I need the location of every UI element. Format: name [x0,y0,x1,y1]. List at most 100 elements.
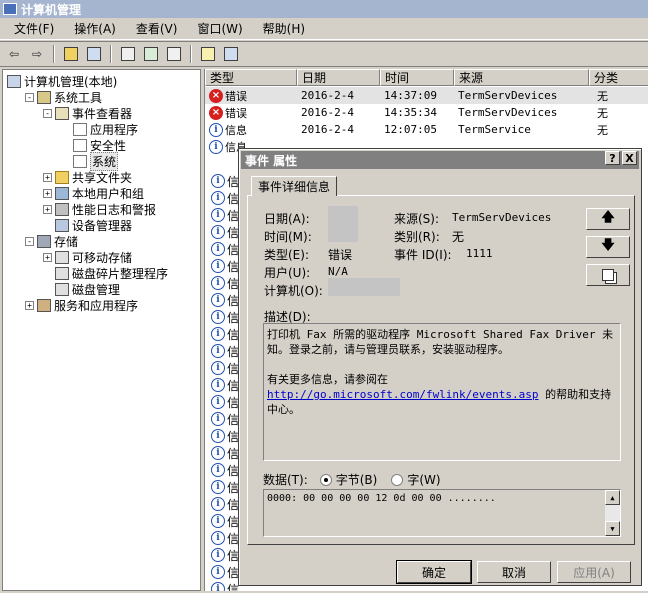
list-item[interactable]: i信 [211,173,241,189]
tree-item[interactable]: 设备管理器 [43,217,132,233]
list-item[interactable]: i信 [211,428,241,444]
refresh-icon[interactable] [141,44,161,64]
menu-action[interactable]: 操作(A) [64,19,126,39]
tree-item-label: 本地用户和组 [72,186,145,201]
list-item[interactable]: i信 [211,547,241,563]
cancel-button[interactable]: 取消 [477,561,551,583]
pc-icon [7,74,21,88]
tree-item[interactable]: 磁盘管理 [43,281,120,297]
list-item[interactable]: i信 [211,377,241,393]
properties-icon[interactable] [118,44,138,64]
column-category[interactable]: 分类 [589,69,648,86]
source-value: TermServDevices [452,211,552,224]
tree-item[interactable]: + 共享文件夹 [43,169,132,185]
scroll-down-icon[interactable]: ▼ [605,521,620,536]
info-icon: i [211,259,225,273]
help-icon[interactable] [198,44,218,64]
list-item[interactable]: i信 [211,496,241,512]
copy-button[interactable] [586,264,630,286]
collapse-icon[interactable]: - [25,92,34,102]
list-item[interactable]: i信 [211,224,241,240]
tree-item[interactable]: - 存储 [25,233,78,249]
tree-item[interactable]: + 本地用户和组 [43,185,144,201]
tree-item[interactable]: - 事件查看器 [43,105,132,121]
tree-item[interactable]: + 服务和应用程序 [25,297,138,313]
list-item[interactable]: i信 [211,564,241,580]
show-hide-tree-icon[interactable] [84,44,104,64]
data-scrollbar[interactable]: ▲ ▼ [605,490,620,536]
list-item[interactable]: i信 [211,479,241,495]
menu-window[interactable]: 窗口(W) [187,19,252,39]
column-date[interactable]: 日期 [297,69,380,86]
scroll-up-icon[interactable]: ▲ [605,490,620,505]
export-list-icon[interactable] [164,44,184,64]
dialog-close-button[interactable]: X [622,151,637,165]
description-line-1: 打印机 Fax 所需的驱动程序 Microsoft Shared Fax Dri… [267,328,614,356]
list-item[interactable]: i信 [211,207,241,223]
list-item[interactable]: i信 [211,462,241,478]
disk-icon [55,250,69,264]
list-item[interactable]: i信 [211,513,241,529]
table-row[interactable]: i 信息 2016-2-4 12:07:05 TermService 无 [205,121,648,138]
tree-item[interactable]: + 可移动存储 [43,249,132,265]
tree-item-label: 服务和应用程序 [54,298,139,313]
tree-item[interactable]: 磁盘碎片整理程序 [43,265,168,281]
list-item[interactable]: i信 [211,343,241,359]
next-event-button[interactable]: 🡇 [586,236,630,258]
list-item[interactable]: i信 [211,581,241,591]
show-action-pane-icon[interactable] [221,44,241,64]
list-item[interactable]: i信 [211,241,241,257]
list-item[interactable]: i信 [211,258,241,274]
events-help-link[interactable]: http://go.microsoft.com/fwlink/events.as… [267,388,539,401]
tree-item[interactable]: + 性能日志和警报 [43,201,156,217]
tab-event-details[interactable]: 事件详细信息 [251,176,338,196]
back-arrow-icon[interactable]: ⇦ [4,44,24,64]
list-item[interactable]: i信 [211,411,241,427]
ok-button[interactable]: 确定 [396,560,472,584]
tree-item-label: 可移动存储 [72,250,133,265]
tree-item[interactable]: 系统 [61,151,119,171]
tree-item[interactable]: 应用程序 [61,121,138,137]
list-item[interactable]: i信 [211,394,241,410]
column-source[interactable]: 来源 [454,69,589,86]
previous-event-button[interactable]: 🡅 [586,208,630,230]
list-item[interactable]: i信 [211,275,241,291]
list-item[interactable]: i信 [211,326,241,342]
radio-bytes[interactable] [319,473,332,486]
cell-type: × 错误 [205,88,297,104]
description-text[interactable]: 打印机 Fax 所需的驱动程序 Microsoft Shared Fax Dri… [263,323,621,461]
list-item[interactable]: i信 [211,360,241,376]
dialog-help-button[interactable]: ? [605,151,620,165]
menu-view[interactable]: 查看(V) [126,19,188,39]
window-titlebar: 计算机管理 [0,0,648,18]
tree-item-label: 磁盘管理 [72,282,121,297]
expand-icon[interactable]: + [43,252,52,262]
tree-item[interactable]: 计算机管理(本地) [7,73,117,89]
list-item[interactable]: i信 [211,190,241,206]
table-row[interactable]: × 错误 2016-2-4 14:35:34 TermServDevices 无 [205,104,648,121]
collapse-icon[interactable]: - [43,108,52,118]
cell-time: 14:35:34 [384,106,437,119]
info-icon: i [211,378,225,392]
radio-words[interactable] [391,473,404,486]
table-row[interactable]: × 错误 2016-2-4 14:37:09 TermServDevices 无 [205,87,648,104]
list-item[interactable]: i信 [211,530,241,546]
menu-help[interactable]: 帮助(H) [253,19,315,39]
list-item[interactable]: i信 [211,292,241,308]
list-item[interactable]: i信 [211,445,241,461]
up-folder-icon[interactable] [61,44,81,64]
expand-icon[interactable]: + [43,204,52,214]
column-time[interactable]: 时间 [380,69,454,86]
menu-file[interactable]: 文件(F) [4,19,64,39]
expand-icon[interactable]: + [25,300,34,310]
column-type[interactable]: 类型 [205,69,297,86]
expand-icon[interactable]: + [43,172,52,182]
data-text[interactable]: 0000: 00 00 00 00 12 0d 00 00 ........ ▲… [263,489,621,537]
tree-item[interactable]: - 系统工具 [25,89,102,105]
collapse-icon[interactable]: - [25,236,34,246]
expand-icon[interactable]: + [43,188,52,198]
tree-item-label: 共享文件夹 [72,170,133,185]
forward-arrow-icon[interactable]: ⇨ [27,44,47,64]
list-item[interactable]: i信 [211,309,241,325]
apply-button[interactable]: 应用(A) [557,561,631,583]
